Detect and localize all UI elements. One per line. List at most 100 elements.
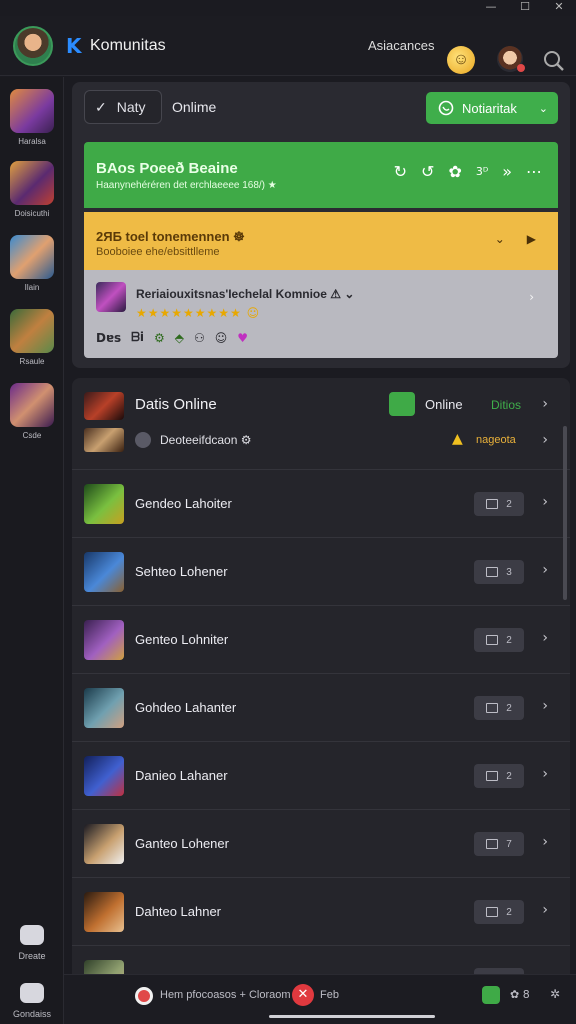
panel-title: Onlime xyxy=(172,99,217,115)
list-item[interactable]: Dahteo Lahner 2 › xyxy=(72,878,570,946)
list-item[interactable]: Gohdeo Lahanter 2 › xyxy=(72,674,570,742)
sidebar-create-button[interactable]: Dreate xyxy=(0,925,64,961)
star-icon[interactable]: ✿ xyxy=(448,162,461,181)
screen-icon xyxy=(486,499,499,509)
sidebar-item-label: Csde xyxy=(22,431,42,440)
play-icon[interactable]: ▶ xyxy=(527,232,536,246)
event-actions: ⌄ ▶ xyxy=(495,232,536,246)
profile-avatar[interactable] xyxy=(13,26,53,66)
chevron-right-icon[interactable]: › xyxy=(542,396,548,412)
left-sidebar: Haralsa Doisicuthi Ilain Rsaule Csde Dre… xyxy=(0,77,64,1024)
sidebar-item-1[interactable]: Haralsa xyxy=(0,89,64,146)
chevron-right-icon[interactable]: › xyxy=(542,630,548,646)
gear-icon: ⚙ xyxy=(153,330,165,345)
game-thumbnail xyxy=(84,756,124,796)
sidebar-settings-button[interactable]: Gondaiss xyxy=(0,983,64,1019)
list-item-name: Danieo Lahaner xyxy=(135,768,228,783)
online-toggle[interactable]: Online xyxy=(389,392,463,416)
list-title: Datis Online xyxy=(135,396,217,413)
forward-icon[interactable]: » xyxy=(502,162,512,181)
list-item-name: Gohdeo Lahanter xyxy=(135,700,237,715)
chat-icon[interactable] xyxy=(482,986,500,1004)
event-card-gray[interactable]: Reriaiouxitsnas'Iechelal Komnioe ⚠ ⌄ ★★★… xyxy=(84,270,558,358)
badge-count: 2 xyxy=(506,702,512,714)
chevron-right-icon[interactable]: › xyxy=(542,494,548,510)
event-card-green[interactable]: BAos Poeeð Beaine Haanynehéréren det erc… xyxy=(84,142,558,208)
badge-count: 2 xyxy=(506,906,512,918)
sidebar-item-4[interactable]: Rsaule xyxy=(0,309,64,366)
header-user-label[interactable]: Asiacances xyxy=(368,38,434,53)
game-thumbnail xyxy=(84,892,124,932)
refresh-icon[interactable]: ↻ xyxy=(394,162,407,181)
event-title: 2ЯБ toel tonemennen ☸ xyxy=(96,229,245,244)
sidebar-item-label: Rsaule xyxy=(19,357,45,366)
chevron-right-icon[interactable]: › xyxy=(542,698,548,714)
gamepad-icon xyxy=(20,983,44,1003)
record-icon[interactable] xyxy=(135,987,153,1005)
sidebar-item-3[interactable]: Ilain xyxy=(0,235,64,292)
maximize-button[interactable]: ☐ xyxy=(508,0,542,16)
list-item-name: Ganteo Lohener xyxy=(135,836,229,851)
notifications-button[interactable]: Notiaritak ⌄ xyxy=(426,92,558,124)
screen-icon xyxy=(486,907,499,917)
window-controls: — ☐ ✕ xyxy=(474,0,576,16)
close-window-button[interactable]: ✕ xyxy=(542,0,576,16)
list-item[interactable]: Ganteo Lohener 7 › xyxy=(72,810,570,878)
sidebar-item-5[interactable]: Csde xyxy=(0,383,64,440)
screen-icon xyxy=(486,771,499,781)
badge-count: 2 xyxy=(506,770,512,782)
emoji-icon[interactable]: ☺ xyxy=(447,46,475,74)
close-icon[interactable]: ✕ xyxy=(292,984,314,1006)
event-subtitle: Haanynehéréren det erchlaeeee 168/) ★ xyxy=(96,180,277,191)
game-thumbnail xyxy=(84,688,124,728)
search-icon[interactable] xyxy=(543,50,565,72)
settings-icon[interactable]: ✿ 8 xyxy=(510,988,530,1001)
discord-icon xyxy=(20,925,44,945)
sidebar-item-2[interactable]: Doisicuthi xyxy=(0,161,64,218)
nav-button-label: Naty xyxy=(116,99,146,115)
player-count-badge[interactable]: 2 xyxy=(474,628,524,652)
badge-count: 2 xyxy=(506,498,512,510)
list-item[interactable]: Gendeo Lahoiter 2 › xyxy=(72,470,570,538)
game-thumbnail xyxy=(84,552,124,592)
list-item[interactable]: Danieo Lahaner 2 › xyxy=(72,742,570,810)
list-scrollbar[interactable] xyxy=(563,426,567,600)
player-count-badge[interactable]: 2 xyxy=(474,696,524,720)
bottom-bar: Hem pfocoasos + Cloraom ✕ Feb ✿ 8 ✲ xyxy=(64,974,576,1024)
chevron-right-icon[interactable]: › xyxy=(542,432,548,448)
list-item[interactable]: Genteo Lohniter 2 › xyxy=(72,606,570,674)
minimize-button[interactable]: — xyxy=(474,0,508,16)
more-icon[interactable]: ⋯ xyxy=(526,162,542,181)
bottom-status-text: Hem pfocoasos + Cloraom xyxy=(160,989,291,1001)
player-count-badge[interactable]: 7 xyxy=(474,832,524,856)
chevron-right-icon[interactable]: › xyxy=(542,834,548,850)
game-thumbnail xyxy=(84,484,124,524)
notification-dot xyxy=(517,64,525,72)
list-item[interactable]: Sehteo Lohener 3 › xyxy=(72,538,570,606)
warning-icon: ▲ xyxy=(452,431,463,447)
status-dot-icon xyxy=(135,432,151,448)
reload-icon[interactable]: ↺ xyxy=(421,162,434,181)
3d-icon[interactable]: 3ᴰ xyxy=(476,165,488,178)
player-count-badge[interactable]: 2 xyxy=(474,492,524,516)
bottom-label: Feb xyxy=(320,989,339,1001)
list-item-name: Sehteo Lohener xyxy=(135,564,228,579)
event-card-yellow[interactable]: 2ЯБ toel tonemennen ☸ Booboiee ehe/ebsit… xyxy=(84,212,558,270)
user-avatar[interactable] xyxy=(497,46,525,72)
chevron-right-icon[interactable]: › xyxy=(542,562,548,578)
nav-button[interactable]: ✓ Naty xyxy=(84,90,162,124)
list-item-name: Dahteo Lahner xyxy=(135,904,222,919)
player-count-badge[interactable]: 2 xyxy=(474,900,524,924)
player-count-badge[interactable]: 2 xyxy=(474,764,524,788)
event-subtitle: Booboiee ehe/ebsittlleme xyxy=(96,246,220,258)
tag-label: Dɐs xyxy=(96,330,122,345)
player-count-badge[interactable]: 3 xyxy=(474,560,524,584)
member-label: Deoteeifdcaon ⚙ xyxy=(160,433,252,447)
chevron-right-icon[interactable]: › xyxy=(542,902,548,918)
chevron-right-icon[interactable]: › xyxy=(529,290,534,304)
chevron-right-icon[interactable]: › xyxy=(542,766,548,782)
chevron-down-icon[interactable]: ⌄ xyxy=(495,232,505,246)
sidebar-bottom-label: Dreate xyxy=(18,951,46,961)
screen-icon xyxy=(486,839,499,849)
share-icon[interactable]: ✲ xyxy=(550,987,560,1001)
